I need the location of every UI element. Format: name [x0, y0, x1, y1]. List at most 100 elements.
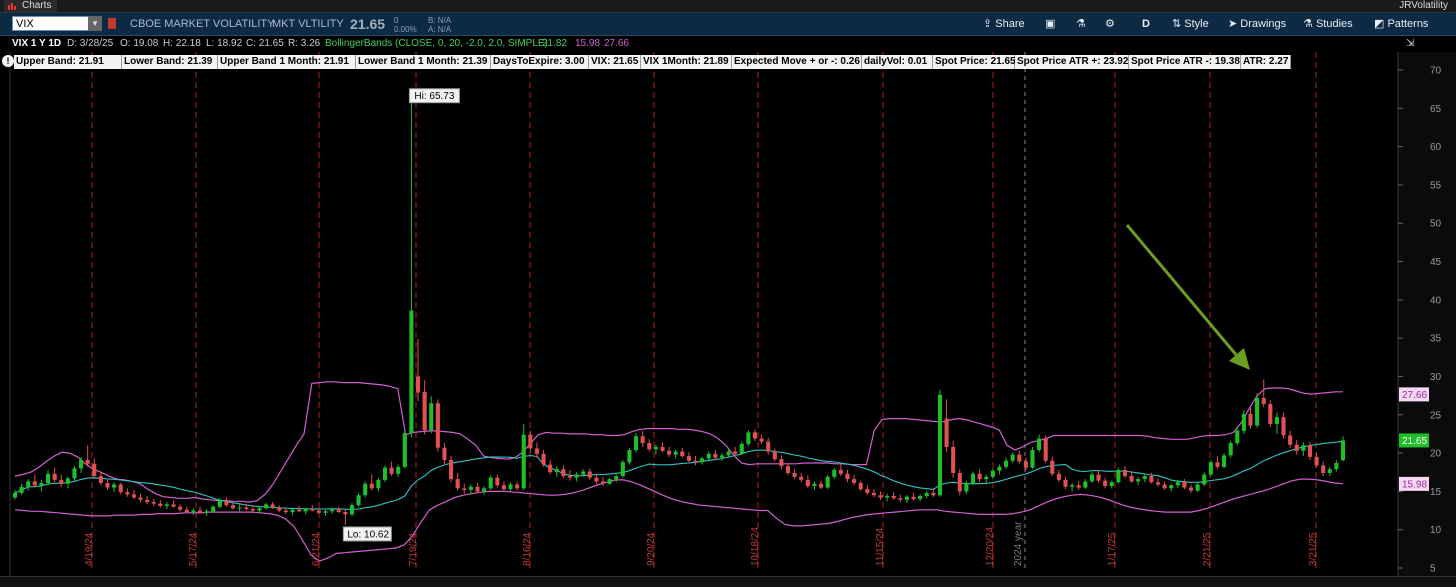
candle-body — [501, 485, 506, 490]
candle-body — [244, 507, 249, 510]
collapse-icon[interactable]: ⇲ — [1406, 36, 1414, 52]
candle-body — [726, 451, 731, 456]
camera-icon: ▣ — [1045, 18, 1056, 30]
candle-body — [1208, 462, 1213, 475]
candle-body — [1122, 469, 1128, 477]
candle-body — [984, 476, 989, 480]
chart-header: VIX 1 Y 1D D: 3/28/25 O: 19.08 H: 22.18 … — [0, 36, 1414, 52]
drawings-button[interactable]: ➤ Drawings — [1228, 16, 1286, 32]
candle-body — [349, 505, 355, 515]
candle-body — [1327, 469, 1332, 473]
x-tick-label: 5/17/24 — [188, 532, 199, 566]
y-tick-label: 30 — [1430, 372, 1442, 383]
candle-body — [686, 456, 691, 461]
x-tick-label: 3/21/25 — [1308, 532, 1319, 566]
candle-body — [1076, 485, 1081, 488]
candle-body — [1241, 414, 1246, 431]
save-image-button[interactable]: ▣ — [1045, 16, 1055, 32]
candle-body — [65, 478, 70, 484]
candle-body — [1255, 397, 1260, 426]
candle-body — [581, 471, 586, 475]
alert-icon[interactable]: ! — [2, 55, 14, 67]
candle-body — [904, 496, 909, 500]
candle-body — [32, 481, 37, 486]
candle-body — [647, 443, 652, 450]
patterns-label: Patterns — [1387, 18, 1429, 30]
candle-body — [52, 473, 57, 480]
candle-body — [693, 460, 698, 463]
x-tick-label: 10/18/24 — [750, 527, 761, 566]
candle-body — [1023, 461, 1028, 468]
candle-body — [1142, 476, 1147, 480]
y-tick-label: 35 — [1430, 334, 1442, 345]
study-label-spot-atr-minus: Spot Price ATR -: 19.38 — [1129, 55, 1241, 69]
style-button[interactable]: ⇅ Style — [1172, 16, 1209, 32]
candle-body — [442, 447, 447, 460]
candle-body — [26, 481, 31, 487]
candle-body — [528, 434, 533, 449]
candle-body — [878, 495, 883, 498]
link-color-icon[interactable] — [108, 18, 116, 29]
candle-body — [1274, 417, 1279, 424]
period-button[interactable]: D — [1142, 16, 1150, 32]
high-label: Hi: 65.73 — [414, 91, 454, 102]
candle-body — [316, 510, 321, 513]
settings-button[interactable]: ⚙ — [1105, 16, 1115, 32]
candle-body — [39, 482, 44, 486]
candle-body — [521, 434, 526, 489]
candle-body — [1109, 482, 1114, 487]
flask-button[interactable]: ⚗ — [1076, 16, 1086, 32]
candle-body — [766, 441, 771, 452]
candle-body — [356, 495, 361, 506]
candle-body — [937, 394, 943, 496]
charts-tab[interactable]: Charts — [4, 0, 58, 12]
patterns-icon: ◩ — [1374, 18, 1385, 30]
candle-body — [515, 484, 520, 489]
share-button[interactable]: ⇪ Share — [983, 16, 1025, 32]
header-range: R: 3.26 — [288, 38, 321, 49]
candle-body — [772, 451, 777, 460]
candle-body — [92, 463, 97, 477]
bar-chart-icon — [8, 3, 16, 10]
candle-body — [125, 492, 130, 495]
candle-body — [614, 476, 619, 480]
header-close: C: 21.65 — [246, 38, 284, 49]
candle-body — [548, 464, 553, 473]
window-titlebar: Charts JRVolatility — [0, 0, 1456, 13]
candle-body — [1268, 404, 1273, 424]
studies-label: Studies — [1315, 18, 1353, 30]
candle-body — [561, 469, 566, 477]
header-open: O: 19.08 — [120, 38, 159, 49]
candle-body — [1202, 474, 1207, 485]
x-tick-label: 4/19/24 — [84, 532, 95, 566]
candle-body — [1301, 445, 1306, 451]
candle-body — [1129, 476, 1134, 482]
candle-body — [164, 504, 170, 506]
studies-button[interactable]: ⚗ Studies — [1303, 16, 1353, 32]
candle-body — [330, 509, 335, 512]
y-tick-label: 40 — [1430, 295, 1442, 306]
candle-body — [673, 451, 678, 455]
candle-body — [369, 483, 374, 489]
candle-body — [1334, 463, 1339, 470]
share-icon: ⇪ — [983, 18, 993, 30]
price-chart[interactable]: 4/19/24 5/17/24 6/21/24 7/19/24 8/16/24 9/20/… — [0, 52, 1456, 576]
study-name[interactable]: BollingerBands (CLOSE, 0, 20, -2.0, 2.0,… — [325, 36, 548, 52]
x-tick-label: 1/17/25 — [1107, 532, 1118, 566]
patterns-button[interactable]: ◩ Patterns — [1374, 16, 1428, 32]
candle-body — [488, 477, 493, 489]
candle-body — [970, 473, 976, 483]
candle-body — [825, 476, 830, 488]
candle-body — [415, 376, 421, 393]
candle-body — [706, 453, 711, 459]
candle-body — [1321, 465, 1326, 473]
candle-body — [105, 482, 110, 488]
account-label: JRVolatility — [1399, 0, 1448, 11]
candle-body — [429, 403, 434, 431]
candle-body — [211, 506, 216, 512]
candle-body — [1017, 454, 1022, 462]
candle-body — [871, 492, 876, 496]
candle-body — [376, 479, 381, 489]
candle-body — [1195, 484, 1200, 491]
symbol-dropdown-chevron-icon[interactable]: ▼ — [88, 16, 102, 31]
